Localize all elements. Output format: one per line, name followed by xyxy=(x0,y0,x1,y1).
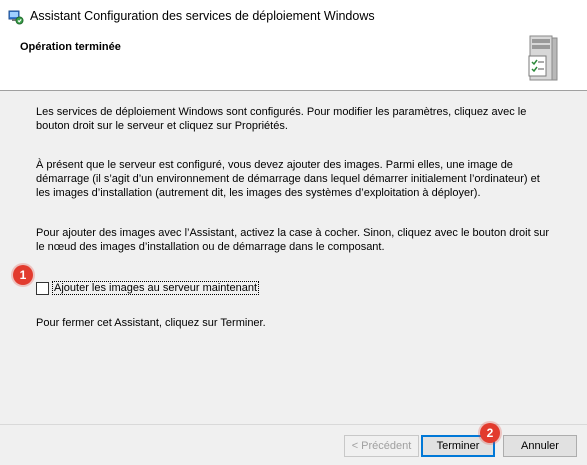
server-icon xyxy=(528,35,558,81)
add-images-option[interactable]: Ajouter les images au serveur maintenant xyxy=(36,281,259,295)
add-images-checkbox-label[interactable]: Ajouter les images au serveur maintenant xyxy=(52,281,259,295)
cancel-button[interactable]: Annuler xyxy=(503,435,577,457)
configured-message: Les services de déploiement Windows sont… xyxy=(36,106,527,132)
add-images-checkbox[interactable] xyxy=(36,281,49,295)
window-title: Assistant Configuration des services de … xyxy=(30,9,375,23)
wds-app-icon xyxy=(8,10,24,25)
close-instructions: Pour fermer cet Assistant, cliquez sur T… xyxy=(36,317,266,329)
title-bar: Assistant Configuration des services de … xyxy=(0,0,587,34)
wizard-header: Opération terminée xyxy=(0,34,587,91)
add-images-message: À présent que le serveur est configuré, … xyxy=(36,159,540,199)
annotation-badge-2: 2 xyxy=(480,423,500,443)
previous-button[interactable]: < Précédent xyxy=(344,435,419,457)
footer-separator xyxy=(0,424,587,425)
annotation-badge-1: 1 xyxy=(13,265,33,285)
page-title: Opération terminée xyxy=(20,41,121,53)
wizard-content: Les services de déploiement Windows sont… xyxy=(0,92,587,425)
checkbox-instructions: Pour ajouter des images avec l’Assistant… xyxy=(36,227,549,253)
